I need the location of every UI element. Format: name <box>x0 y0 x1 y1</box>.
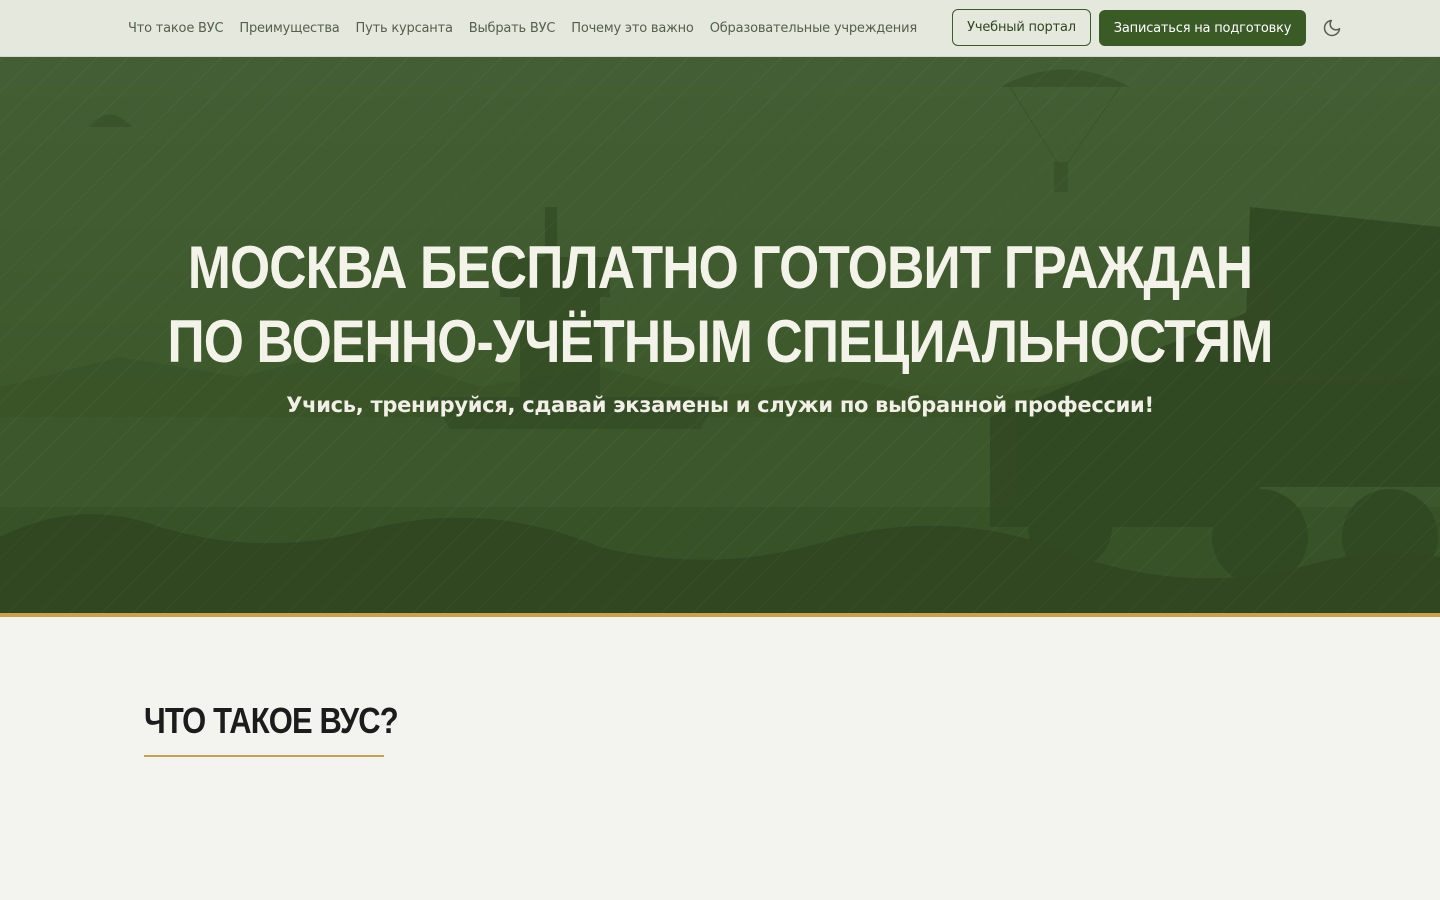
section-title-what-is-vus: Что такое ВУС? <box>144 700 399 741</box>
nav-link-institutions[interactable]: Образовательные учреждения <box>710 21 917 36</box>
signup-button[interactable]: Записаться на подготовку <box>1099 10 1306 46</box>
main-nav: Что такое ВУС Преимущества Путь курсанта… <box>128 0 917 56</box>
hero-title-line-1: Москва бесплатно готовит граждан <box>187 234 1253 301</box>
hero-section: Москва бесплатно готовит граждан по воен… <box>0 57 1440 617</box>
hero-subtitle: Учись, тренируйся, сдавай экзамены и слу… <box>286 393 1154 417</box>
hero-title: Москва бесплатно готовит граждан по воен… <box>101 231 1339 379</box>
nav-link-what-is-vus[interactable]: Что такое ВУС <box>128 21 224 36</box>
nav-link-advantages[interactable]: Преимущества <box>239 21 339 36</box>
nav-link-choose-vus[interactable]: Выбрать ВУС <box>469 21 556 36</box>
nav-link-cadet-path[interactable]: Путь курсанта <box>356 21 453 36</box>
section-title-underline <box>144 755 384 757</box>
site-header: Что такое ВУС Преимущества Путь курсанта… <box>0 0 1440 57</box>
portal-button[interactable]: Учебный портал <box>952 9 1091 46</box>
nav-link-why-important[interactable]: Почему это важно <box>571 21 694 36</box>
hero-title-line-2: по военно-учётным специальностям <box>167 308 1274 375</box>
moon-icon <box>1323 19 1341 37</box>
theme-toggle-button[interactable] <box>1320 16 1344 40</box>
